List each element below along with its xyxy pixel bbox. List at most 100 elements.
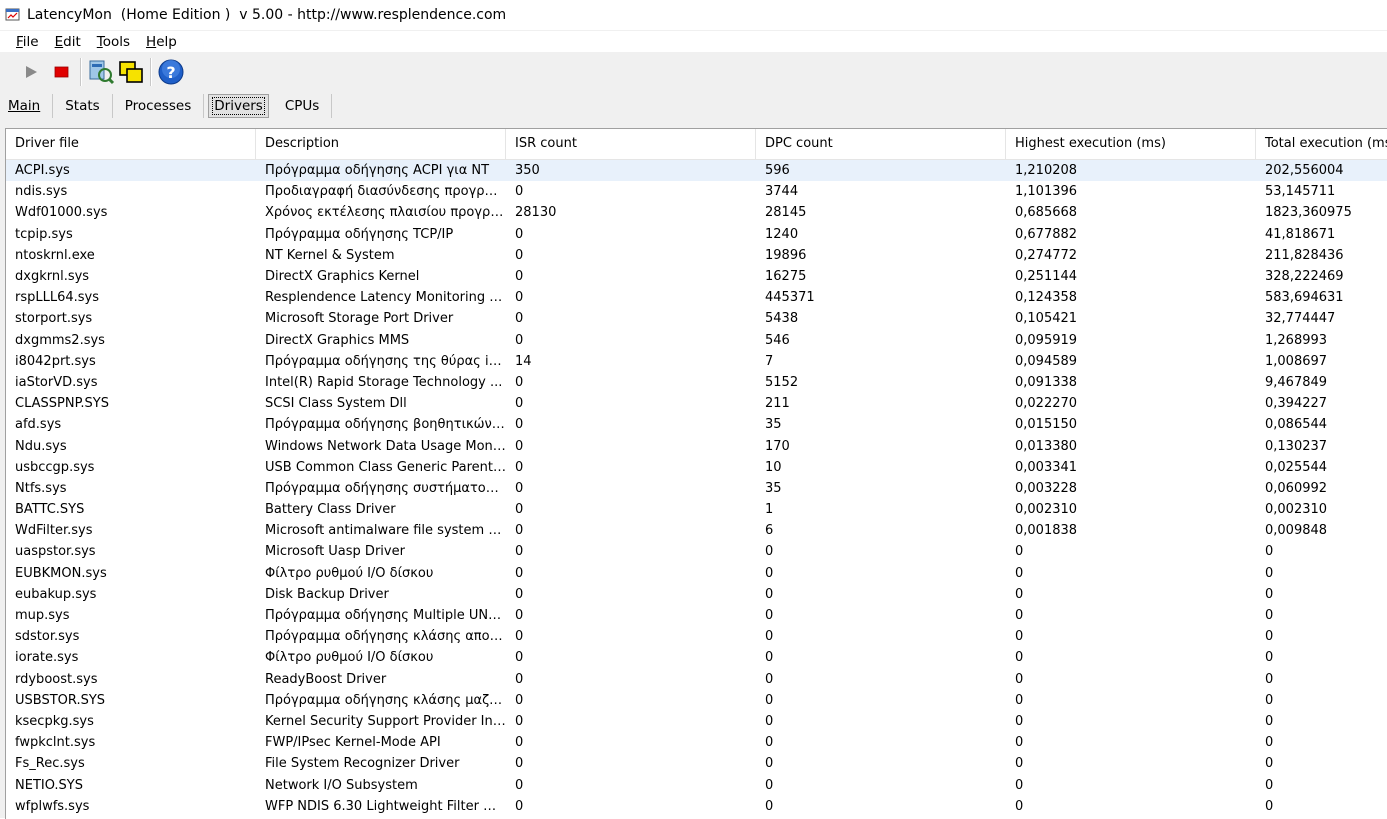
cell-highest-execution: 0	[1015, 544, 1024, 560]
table-row[interactable]: iaStorVD.sys Intel(R) Rapid Storage Techn…	[6, 372, 1387, 393]
cell-driver-file: BATTC.SYS	[15, 502, 85, 518]
title-bar: LatencyMon (Home Edition ) v 5.00 - http…	[0, 0, 1387, 30]
cell-isr-count: 0	[515, 692, 524, 708]
menu-help[interactable]: Help	[140, 34, 183, 50]
cell-dpc-count: 0	[765, 650, 774, 666]
table-row[interactable]: storport.sys Microsoft Storage Port Drive…	[6, 308, 1387, 329]
table-row[interactable]: fwpkclnt.sys FWP/IPsec Kernel-Mode API 0 0 0…	[6, 732, 1387, 753]
cell-highest-execution: 1,101396	[1015, 184, 1078, 200]
menu-tools[interactable]: Tools	[91, 34, 136, 50]
table-row[interactable]: ndis.sys Προδιαγραφή διασύνδεσης προγράμ.…	[6, 181, 1387, 202]
cell-highest-execution: 0,003228	[1015, 480, 1078, 496]
cell-dpc-count: 0	[765, 756, 774, 772]
column-header-highest-execution[interactable]: Highest execution (ms)	[1006, 129, 1256, 159]
cell-description: Πρόγραμμα οδήγησης ACPI για NT	[265, 163, 490, 179]
cell-driver-file: dxgkrnl.sys	[15, 269, 90, 285]
cell-driver-file: ntoskrnl.exe	[15, 247, 95, 263]
table-row[interactable]: WdFilter.sys Microsoft antimalware file s…	[6, 520, 1387, 541]
tab-main[interactable]: Main	[0, 94, 54, 118]
table-row[interactable]: wfplwfs.sys WFP NDIS 6.30 Lightweight Fil…	[6, 796, 1387, 817]
toolbar: ?	[0, 52, 1387, 92]
cell-dpc-count: 0	[765, 586, 774, 602]
column-header-isr-count[interactable]: ISR count	[506, 129, 756, 159]
cell-driver-file: fwpkclnt.sys	[15, 735, 96, 751]
tab-drivers[interactable]: Drivers	[208, 94, 269, 118]
tab-cpus[interactable]: CPUs	[273, 94, 333, 118]
cell-isr-count: 14	[515, 353, 532, 369]
window-title: LatencyMon (Home Edition ) v 5.00 - http…	[27, 7, 507, 23]
table-row[interactable]: NETIO.SYS Network I/O Subsystem 0 0 0 0	[6, 774, 1387, 795]
table-row[interactable]: iorate.sys Φίλτρο ρυθμού I/O δίσκου 0 0 0 0	[6, 647, 1387, 668]
column-header-description[interactable]: Description	[256, 129, 506, 159]
cell-dpc-count: 3744	[765, 184, 799, 200]
table-row[interactable]: dxgmms2.sys DirectX Graphics MMS 0 546 0,095…	[6, 330, 1387, 351]
play-icon[interactable]	[16, 57, 46, 87]
cell-description: Resplendence Latency Monitoring a...	[265, 290, 506, 306]
cell-description: Χρόνος εκτέλεσης πλαισίου προγρά...	[265, 205, 506, 221]
table-row[interactable]: tcpip.sys Πρόγραμμα οδήγησης TCP/IP 0 1240 0…	[6, 224, 1387, 245]
cell-total-execution: 41,818671	[1265, 226, 1336, 242]
cell-driver-file: ndis.sys	[15, 184, 68, 200]
menu-file[interactable]: File	[10, 34, 45, 50]
tab-processes[interactable]: Processes	[113, 94, 205, 118]
toolbar-separator	[80, 58, 82, 86]
cell-driver-file: Wdf01000.sys	[15, 205, 108, 221]
table-row[interactable]: ksecpkg.sys Kernel Security Support Provi…	[6, 711, 1387, 732]
table-row[interactable]: Ntfs.sys Πρόγραμμα οδήγησης συστήματος α.…	[6, 478, 1387, 499]
window-layout-icon[interactable]	[116, 57, 146, 87]
table-row[interactable]: ntoskrnl.exe NT Kernel & System 0 19896 0,27…	[6, 245, 1387, 266]
cell-highest-execution: 0,251144	[1015, 269, 1078, 285]
tab-stats[interactable]: Stats	[53, 94, 113, 118]
cell-driver-file: ACPI.sys	[15, 163, 70, 179]
table-row[interactable]: uaspstor.sys Microsoft Uasp Driver 0 0 0 0	[6, 541, 1387, 562]
cell-dpc-count: 0	[765, 544, 774, 560]
cell-highest-execution: 0,091338	[1015, 374, 1078, 390]
cell-driver-file: CLASSPNP.SYS	[15, 396, 109, 412]
cell-total-execution: 0	[1265, 777, 1274, 793]
cell-description: Kernel Security Support Provider Int...	[265, 713, 506, 729]
table-row[interactable]: ACPI.sys Πρόγραμμα οδήγησης ACPI για NT 35…	[6, 160, 1387, 182]
table-row[interactable]: USBSTOR.SYS Πρόγραμμα οδήγησης κλάσης μαζ…	[6, 690, 1387, 711]
cell-driver-file: mup.sys	[15, 608, 70, 624]
table-row[interactable]: Fs_Rec.sys File System Recognizer Driver 0…	[6, 753, 1387, 774]
table-row[interactable]: mup.sys Πρόγραμμα οδήγησης Multiple UNC .…	[6, 605, 1387, 626]
table-row[interactable]: usbccgp.sys USB Common Class Generic Pare…	[6, 457, 1387, 478]
table-row[interactable]: BATTC.SYS Battery Class Driver 0 1 0,002310 0…	[6, 499, 1387, 520]
cell-description: Network I/O Subsystem	[265, 777, 418, 793]
table-row[interactable]: Wdf01000.sys Χρόνος εκτέλεσης πλαισίου πρ…	[6, 202, 1387, 223]
cell-dpc-count: 0	[765, 713, 774, 729]
cell-description: Πρόγραμμα οδήγησης συστήματος α...	[265, 480, 506, 496]
table-row[interactable]: CLASSPNP.SYS SCSI Class System Dll 0 211 0,0…	[6, 393, 1387, 414]
column-header-dpc-count[interactable]: DPC count	[756, 129, 1006, 159]
table-row[interactable]: EUBKMON.sys Φίλτρο ρυθμού I/O δίσκου 0 0 0 0	[6, 563, 1387, 584]
cell-isr-count: 0	[515, 480, 524, 496]
column-header-total-execution[interactable]: Total execution (ms)	[1256, 129, 1387, 159]
table-row[interactable]: afd.sys Πρόγραμμα οδήγησης βοηθητικών λ..…	[6, 414, 1387, 435]
cell-highest-execution: 0,124358	[1015, 290, 1078, 306]
table-row[interactable]: rspLLL64.sys Resplendence Latency Monitor…	[6, 287, 1387, 308]
table-row[interactable]: dxgkrnl.sys DirectX Graphics Kernel 0 16275…	[6, 266, 1387, 287]
cell-total-execution: 1,268993	[1265, 332, 1328, 348]
cell-highest-execution: 0,003341	[1015, 459, 1078, 475]
help-icon[interactable]: ?	[156, 57, 186, 87]
cell-driver-file: Ndu.sys	[15, 438, 67, 454]
cell-driver-file: eubakup.sys	[15, 586, 97, 602]
cell-dpc-count: 1240	[765, 226, 799, 242]
column-header-driver-file[interactable]: Driver file	[6, 129, 256, 159]
kernel-timers-icon[interactable]	[86, 57, 116, 87]
stop-icon[interactable]	[46, 57, 76, 87]
cell-description: Battery Class Driver	[265, 502, 396, 518]
cell-dpc-count: 0	[765, 671, 774, 687]
cell-highest-execution: 0	[1015, 629, 1024, 645]
table-row[interactable]: rdyboost.sys ReadyBoost Driver 0 0 0 0	[6, 669, 1387, 690]
table-row[interactable]: sdstor.sys Πρόγραμμα οδήγησης κλάσης αποθ…	[6, 626, 1387, 647]
cell-total-execution: 328,222469	[1265, 269, 1344, 285]
table-row[interactable]: eubakup.sys Disk Backup Driver 0 0 0 0	[6, 584, 1387, 605]
cell-isr-count: 0	[515, 650, 524, 666]
table-row[interactable]: i8042prt.sys Πρόγραμμα οδήγησης της θύρας…	[6, 351, 1387, 372]
table-row[interactable]: Ndu.sys Windows Network Data Usage Monit.…	[6, 435, 1387, 456]
cell-highest-execution: 0	[1015, 692, 1024, 708]
menu-edit[interactable]: Edit	[49, 34, 87, 50]
cell-total-execution: 0,130237	[1265, 438, 1328, 454]
cell-dpc-count: 0	[765, 608, 774, 624]
